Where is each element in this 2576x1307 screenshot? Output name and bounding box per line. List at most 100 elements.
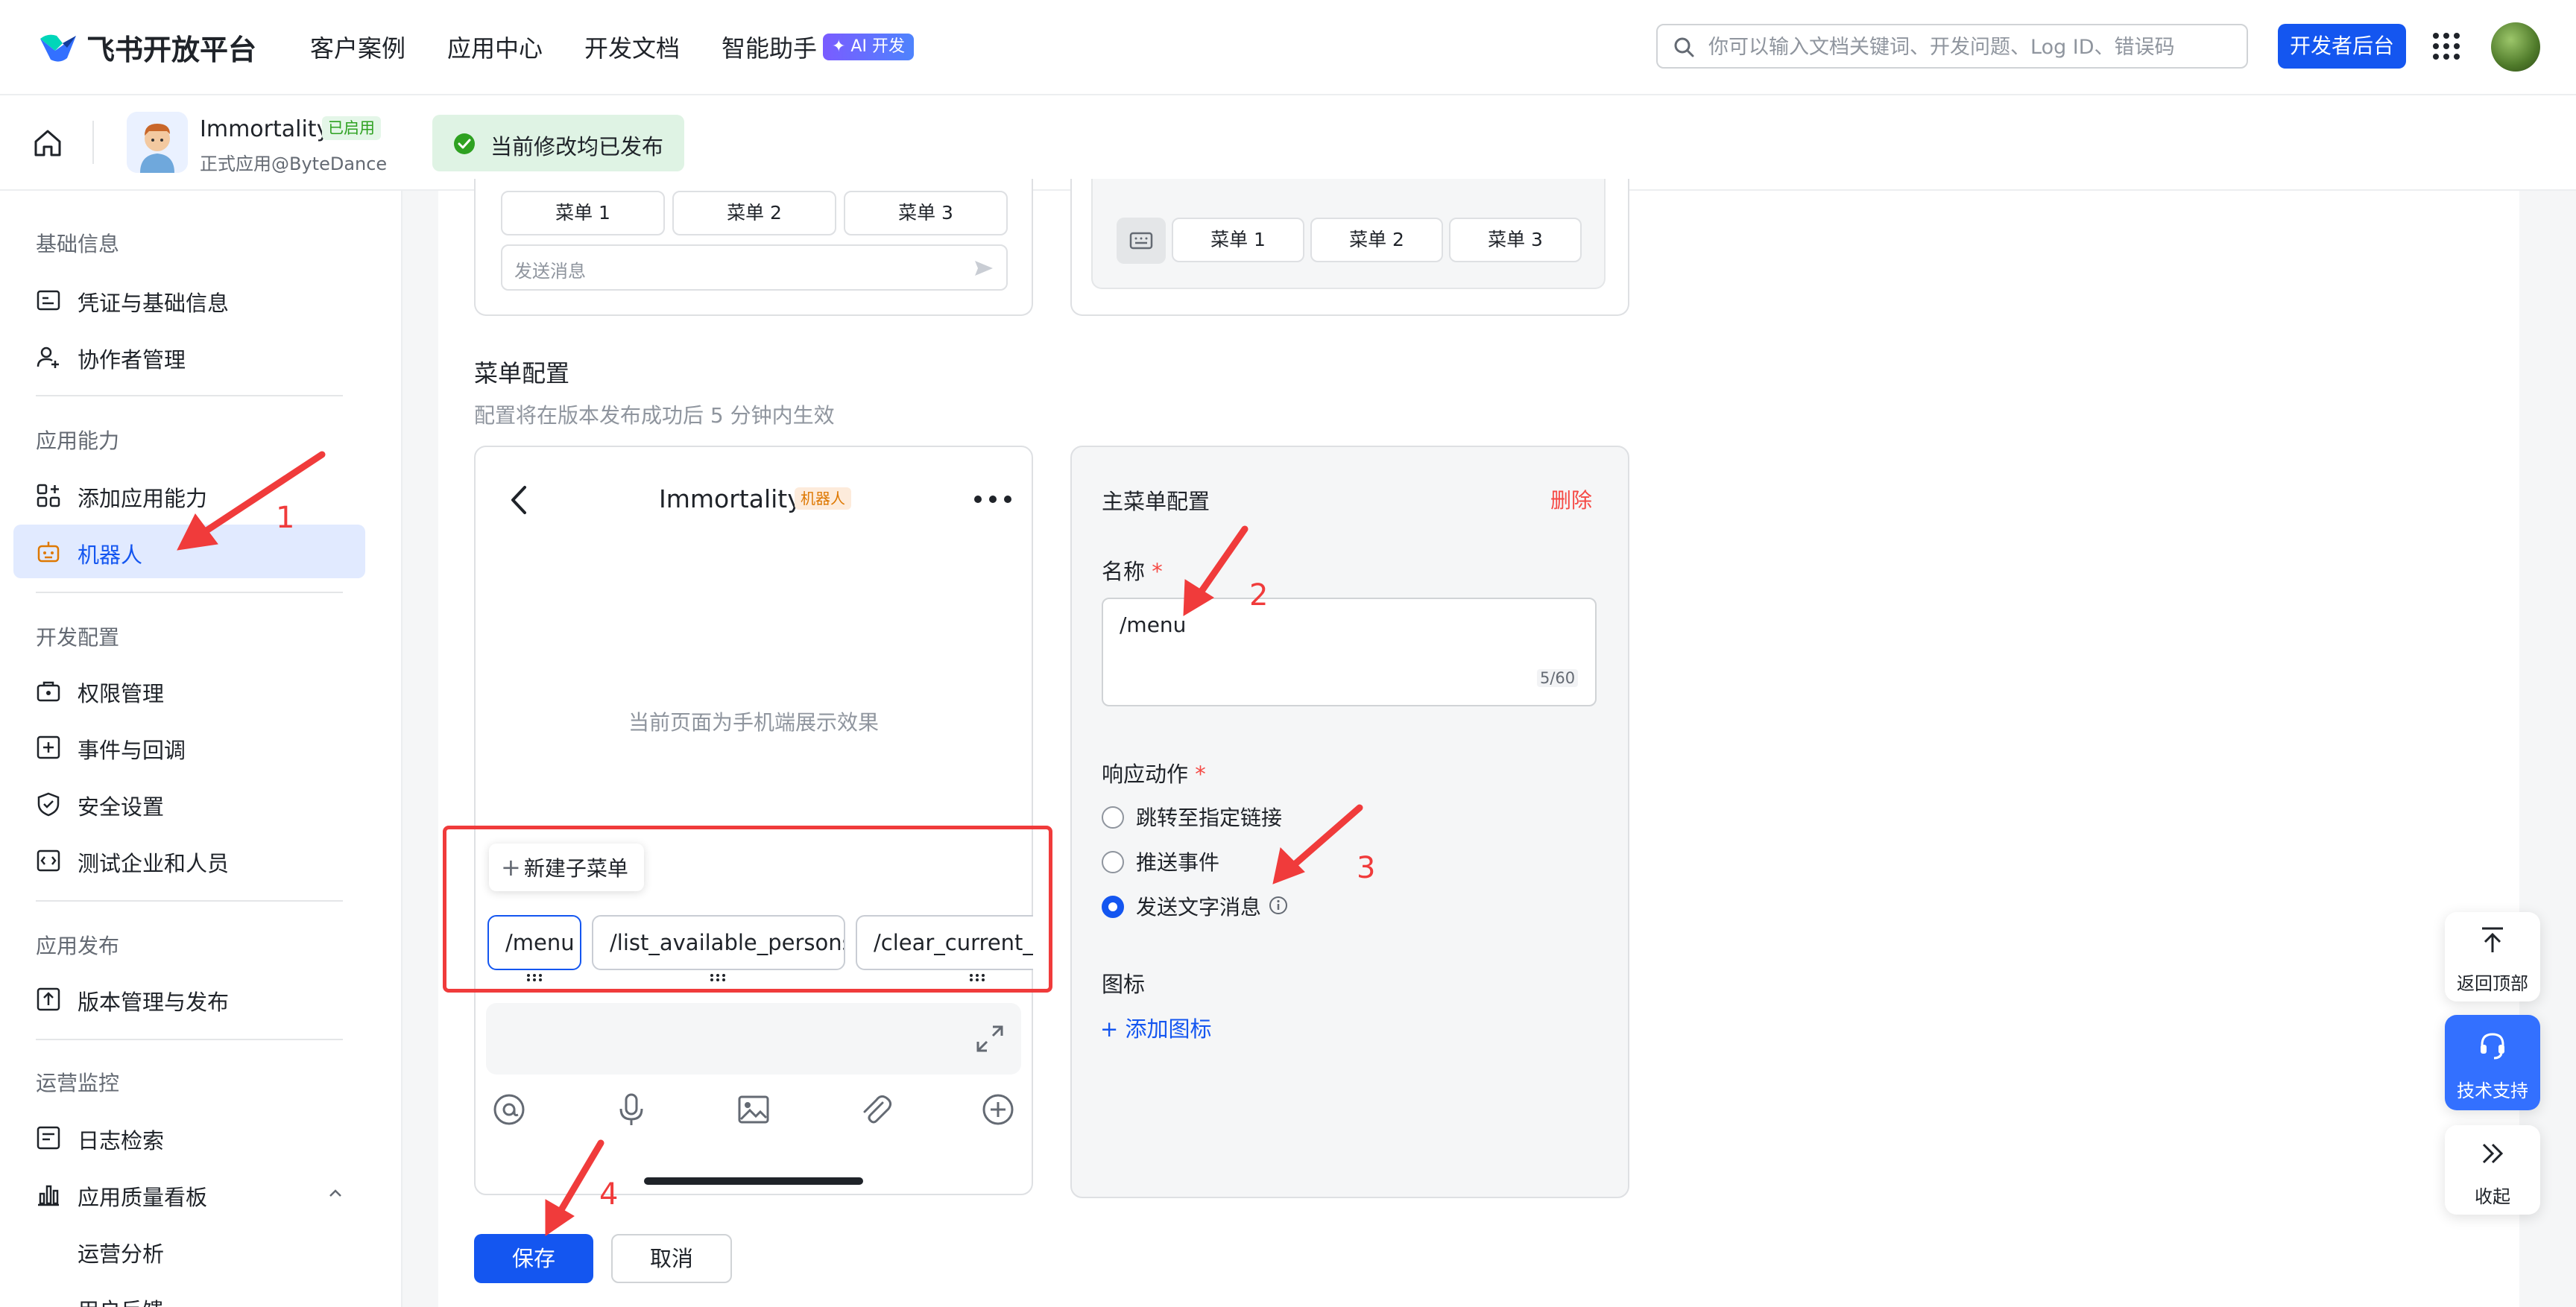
sidebar-item-label: 日志检索 <box>78 1128 165 1153</box>
send-icon[interactable] <box>972 256 996 280</box>
preview-menu-3[interactable]: 菜单 3 <box>844 191 1008 235</box>
keyboard-icon <box>1129 232 1153 250</box>
chevron-up-icon <box>329 1189 341 1197</box>
sidebar-item-collaborators[interactable]: 协作者管理 <box>13 329 365 383</box>
bar-chart-icon <box>38 1185 59 1206</box>
home-icon[interactable] <box>31 127 64 159</box>
sidebar-divider <box>36 395 343 396</box>
developer-console-button[interactable]: 开发者后台 <box>2278 24 2406 69</box>
sidebar-item-test-orgs[interactable]: 测试企业和人员 <box>13 833 365 887</box>
sidebar-item-events[interactable]: 事件与回调 <box>13 720 365 773</box>
sidebar-item-credentials[interactable]: 凭证与基础信息 <box>13 273 365 326</box>
search-box[interactable] <box>1656 24 2248 69</box>
apps-grid-icon[interactable] <box>2431 31 2461 61</box>
sidebar-item-label: 协作者管理 <box>78 347 186 373</box>
keyboard-toggle[interactable] <box>1117 218 1166 264</box>
feishu-logo-icon[interactable] <box>37 28 79 66</box>
ai-dev-badge[interactable]: ✦ AI 开发 <box>823 34 914 60</box>
published-notice: 当前修改均已发布 <box>432 115 684 171</box>
radio-push-event[interactable] <box>1102 851 1124 873</box>
sidebar-item-quality-board[interactable]: 应用质量看板 <box>13 1167 365 1221</box>
image-icon[interactable] <box>736 1092 771 1127</box>
char-counter: 5/60 <box>1537 669 1579 687</box>
sidebar-item-security[interactable]: 安全设置 <box>13 776 365 830</box>
tech-support-button[interactable]: 技术支持 <box>2445 1015 2540 1110</box>
test-code-icon <box>37 849 60 872</box>
menu-config-description: 配置将在版本发布成功后 5 分钟内生效 <box>474 403 835 428</box>
nav-ai-assistant[interactable]: 智能助手 <box>722 30 817 64</box>
annotation-number-1: 1 <box>276 501 295 535</box>
log-icon <box>37 1126 60 1150</box>
bot-badge: 机器人 <box>795 487 851 510</box>
sidebar-item-versions[interactable]: 版本管理与发布 <box>13 972 365 1025</box>
preview-menu-1-mobile[interactable]: 菜单 1 <box>1172 218 1304 262</box>
add-grid-icon <box>37 484 60 507</box>
sidebar-item-label: 版本管理与发布 <box>78 990 230 1015</box>
sidebar-item-label: 测试企业和人员 <box>78 851 230 876</box>
header-divider <box>92 121 94 164</box>
sidebar-item-label: 机器人 <box>78 542 143 568</box>
sidebar-divider <box>36 592 343 593</box>
preview-menu-3-mobile[interactable]: 菜单 3 <box>1449 218 1582 262</box>
add-icon-link[interactable]: + 添加图标 <box>1100 1012 1212 1043</box>
phone-input-bar[interactable] <box>486 1003 1021 1075</box>
app-header-bar <box>0 95 2576 191</box>
microphone-icon[interactable] <box>614 1092 648 1127</box>
back-to-top-label: 返回顶部 <box>2457 973 2528 994</box>
sidebar-item-label: 凭证与基础信息 <box>78 291 230 316</box>
id-card-icon <box>37 290 60 311</box>
menu-config-heading: 菜单配置 <box>474 359 570 387</box>
sidebar-item-bot[interactable]: 机器人 <box>13 525 365 578</box>
user-avatar[interactable] <box>2491 22 2540 72</box>
annotation-number-2: 2 <box>1249 578 1269 613</box>
config-panel-title: 主菜单配置 <box>1102 489 1210 514</box>
name-input[interactable] <box>1118 611 1583 689</box>
sidebar-item-label: 权限管理 <box>78 681 165 706</box>
send-message-box[interactable]: 发送消息 <box>501 244 1008 291</box>
back-arrow-icon[interactable] <box>508 484 529 516</box>
sidebar-divider <box>36 900 343 902</box>
radio-label-push-event[interactable]: 推送事件 <box>1136 846 1219 876</box>
collapse-label: 收起 <box>2475 1186 2510 1207</box>
delete-menu-link[interactable]: 删除 <box>1550 484 1592 514</box>
app-subtitle: 正式应用@ByteDance <box>200 154 388 174</box>
nav-customer-cases[interactable]: 客户案例 <box>310 30 405 64</box>
arrow-up-to-top-icon <box>2482 927 2503 952</box>
attachment-icon[interactable] <box>859 1092 893 1127</box>
app-avatar <box>127 112 188 173</box>
sidebar-item-feedback[interactable]: 用户反馈 <box>13 1280 365 1307</box>
nav-dev-docs[interactable]: 开发文档 <box>584 30 680 64</box>
expand-icon[interactable] <box>975 1024 1005 1054</box>
sidebar-item-label: 安全设置 <box>78 794 165 820</box>
radio-label-send-text[interactable]: 发送文字消息 <box>1136 891 1261 921</box>
back-to-top-button[interactable]: 返回顶部 <box>2445 912 2540 1001</box>
preview-menu-1[interactable]: 菜单 1 <box>501 191 665 235</box>
more-dots-icon[interactable] <box>972 492 1014 507</box>
add-circle-icon[interactable] <box>981 1092 1015 1127</box>
radio-label-jump-link[interactable]: 跳转至指定链接 <box>1136 802 1282 832</box>
radio-send-text[interactable] <box>1102 896 1124 918</box>
name-field[interactable] <box>1102 598 1597 706</box>
preview-menu-2-mobile[interactable]: 菜单 2 <box>1310 218 1443 262</box>
search-input[interactable] <box>1707 33 2232 61</box>
radio-jump-link[interactable] <box>1102 806 1124 829</box>
sidebar-item-add-capability[interactable]: 添加应用能力 <box>13 468 365 522</box>
brand-name[interactable]: 飞书开放平台 <box>86 27 256 68</box>
cancel-button[interactable]: 取消 <box>611 1234 732 1283</box>
info-icon[interactable] <box>1269 896 1288 915</box>
shield-icon <box>37 792 60 817</box>
save-button[interactable]: 保存 <box>474 1234 593 1283</box>
mention-icon[interactable] <box>492 1092 526 1127</box>
phone-home-indicator <box>644 1177 863 1185</box>
sidebar-item-log-search[interactable]: 日志检索 <box>13 1110 365 1164</box>
sidebar-section-capabilities: 应用能力 <box>36 428 120 453</box>
sidebar-item-permissions[interactable]: 权限管理 <box>13 663 365 717</box>
sidebar-item-label: 事件与回调 <box>78 738 186 763</box>
sidebar-item-ops-analysis[interactable]: 运营分析 <box>13 1224 365 1277</box>
preview-menu-2[interactable]: 菜单 2 <box>672 191 836 235</box>
nav-app-center[interactable]: 应用中心 <box>447 30 543 64</box>
sidebar-item-label: 添加应用能力 <box>78 486 208 511</box>
lock-briefcase-icon <box>37 681 60 702</box>
collapse-button[interactable]: 收起 <box>2445 1125 2540 1215</box>
headset-icon <box>2481 1033 2504 1060</box>
